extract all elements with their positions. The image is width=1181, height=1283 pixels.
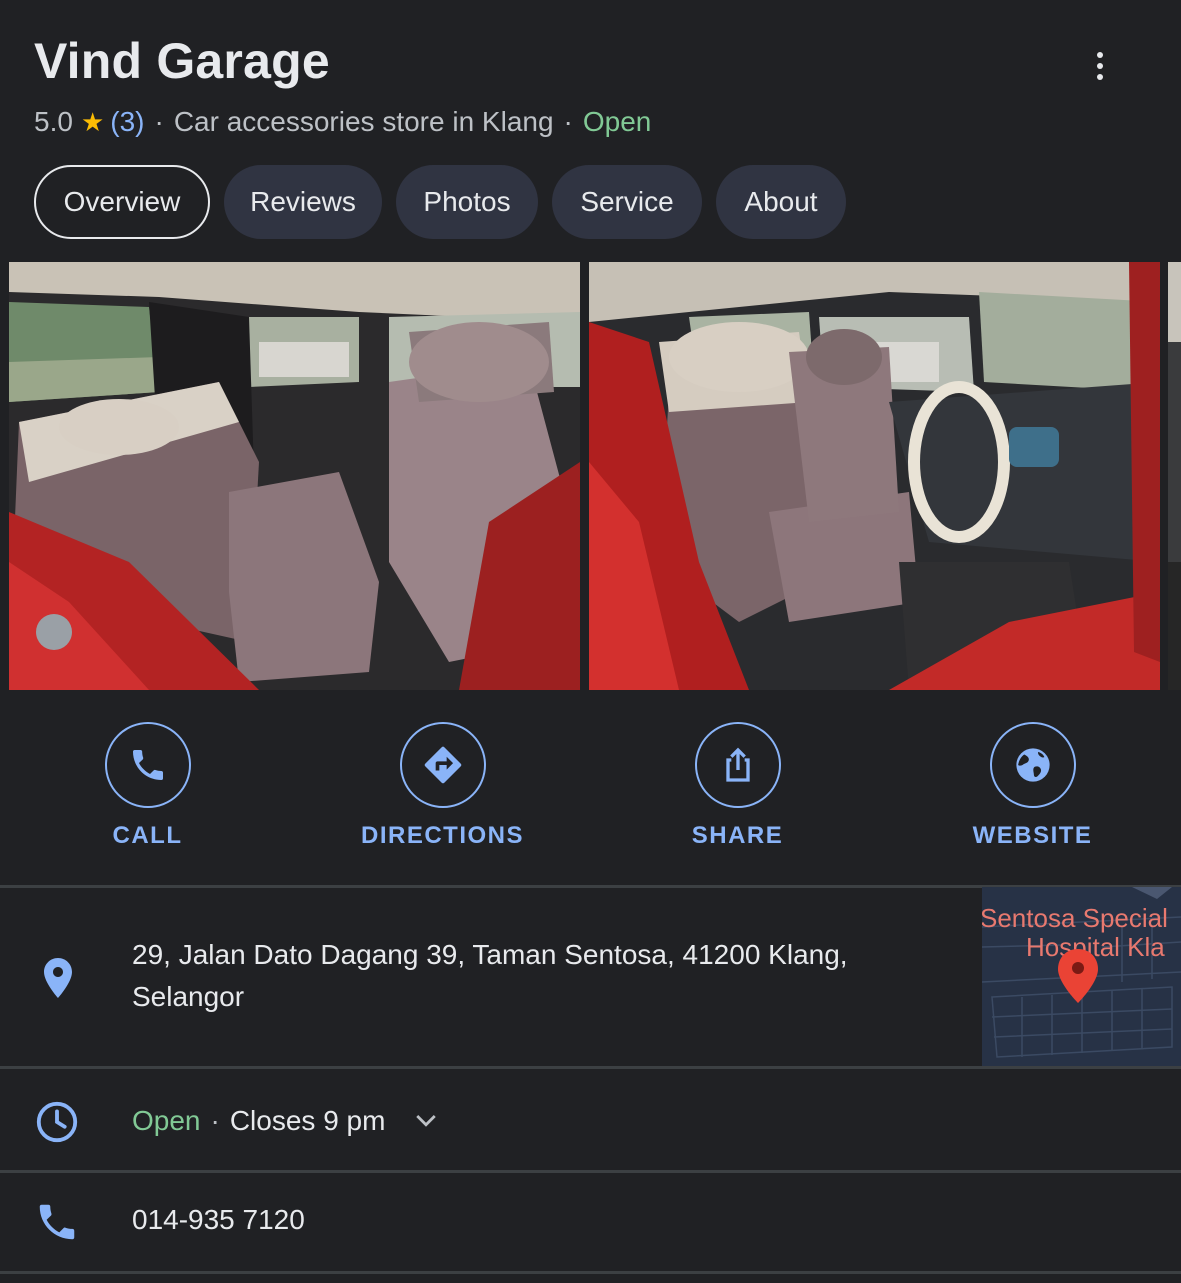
clock-icon: [34, 1099, 80, 1150]
more-options-icon[interactable]: [1084, 48, 1116, 84]
call-button[interactable]: CALL: [0, 722, 295, 850]
tab-reviews[interactable]: Reviews: [224, 165, 382, 239]
share-button[interactable]: SHARE: [590, 722, 885, 850]
address-line-2: Selangor: [132, 981, 245, 1012]
photo-partial[interactable]: [1168, 262, 1181, 690]
separator-dot: ·: [154, 106, 164, 137]
phone-icon[interactable]: [104, 722, 191, 808]
tab-about[interactable]: About: [716, 165, 846, 239]
share-icon[interactable]: [694, 722, 781, 808]
hours-text: Open · Closes 9 pm: [132, 1100, 441, 1142]
tab-service[interactable]: Service: [552, 165, 702, 239]
hours-status: Open: [132, 1105, 201, 1136]
place-title: Vind Garage: [34, 33, 330, 89]
directions-button[interactable]: DIRECTIONS: [295, 722, 590, 850]
directions-icon[interactable]: [399, 722, 486, 808]
phone-icon: [34, 1199, 80, 1250]
address-line-1: 29, Jalan Dato Dagang 39, Taman Sentosa,…: [132, 939, 848, 970]
phone-row[interactable]: 014-935 7120: [0, 1173, 1181, 1271]
rating-value: 5.0: [34, 106, 73, 137]
tab-overview[interactable]: Overview: [34, 165, 210, 239]
separator-dot: ·: [563, 106, 573, 137]
tab-bar: Overview Reviews Photos Service About: [34, 165, 846, 239]
separator-dot: ·: [210, 1105, 220, 1136]
phone-number: 014-935 7120: [132, 1204, 305, 1235]
photo-front-seats[interactable]: [589, 262, 1160, 690]
open-status: Open: [582, 106, 652, 137]
globe-icon[interactable]: [989, 722, 1076, 808]
photo-rear-seats[interactable]: [9, 262, 580, 690]
location-pin-icon: [34, 954, 82, 1007]
share-label: SHARE: [691, 822, 784, 849]
tab-photos[interactable]: Photos: [396, 165, 538, 239]
map-label-1: Sentosa Special: [982, 903, 1168, 933]
call-label: CALL: [112, 822, 183, 849]
place-category: Car accessories store in Klang: [173, 106, 554, 137]
directions-label: DIRECTIONS: [360, 822, 524, 849]
chevron-down-icon[interactable]: [411, 1106, 441, 1136]
map-label-2: Hospital Kla: [1026, 932, 1165, 962]
website-label: WEBSITE: [972, 822, 1093, 849]
website-button[interactable]: WEBSITE: [885, 722, 1180, 850]
hours-row[interactable]: Open · Closes 9 pm: [0, 1069, 1181, 1170]
address-text: 29, Jalan Dato Dagang 39, Taman Sentosa,…: [132, 934, 848, 1018]
divider: [0, 1271, 1181, 1274]
map-thumbnail[interactable]: Sentosa Special Hospital Kla: [982, 887, 1181, 1067]
photo-carousel[interactable]: [0, 262, 1181, 690]
place-subline: 5.0 ★ (3) · Car accessories store in Kla…: [34, 106, 651, 138]
closing-time: Closes 9 pm: [229, 1105, 386, 1136]
review-count-link[interactable]: (3): [110, 106, 144, 138]
action-buttons: CALL DIRECTIONS SHARE WEBSITE: [0, 722, 1181, 850]
star-icon: ★: [80, 106, 105, 137]
